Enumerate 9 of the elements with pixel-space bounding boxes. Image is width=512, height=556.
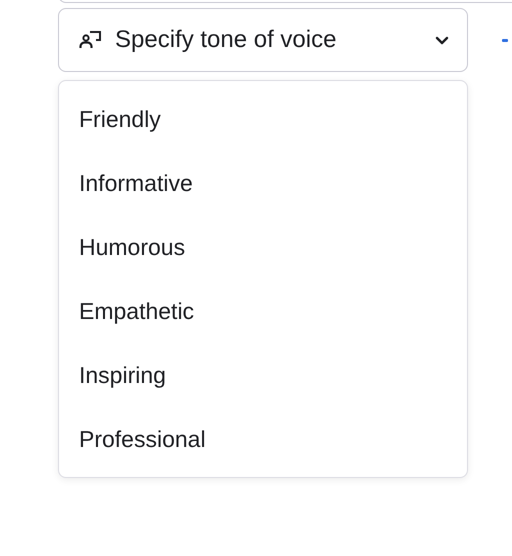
menu-option[interactable]: Friendly <box>59 87 467 151</box>
menu-option[interactable]: Professional <box>59 407 467 471</box>
menu-option[interactable]: Informative <box>59 151 467 215</box>
menu-option[interactable]: Humorous <box>59 215 467 279</box>
tone-dropdown[interactable]: Specify tone of voice <box>58 8 468 72</box>
chevron-down-icon <box>435 36 449 44</box>
menu-option[interactable]: Inspiring <box>59 343 467 407</box>
menu-option[interactable]: Empathetic <box>59 279 467 343</box>
dash-mark <box>502 38 508 42</box>
